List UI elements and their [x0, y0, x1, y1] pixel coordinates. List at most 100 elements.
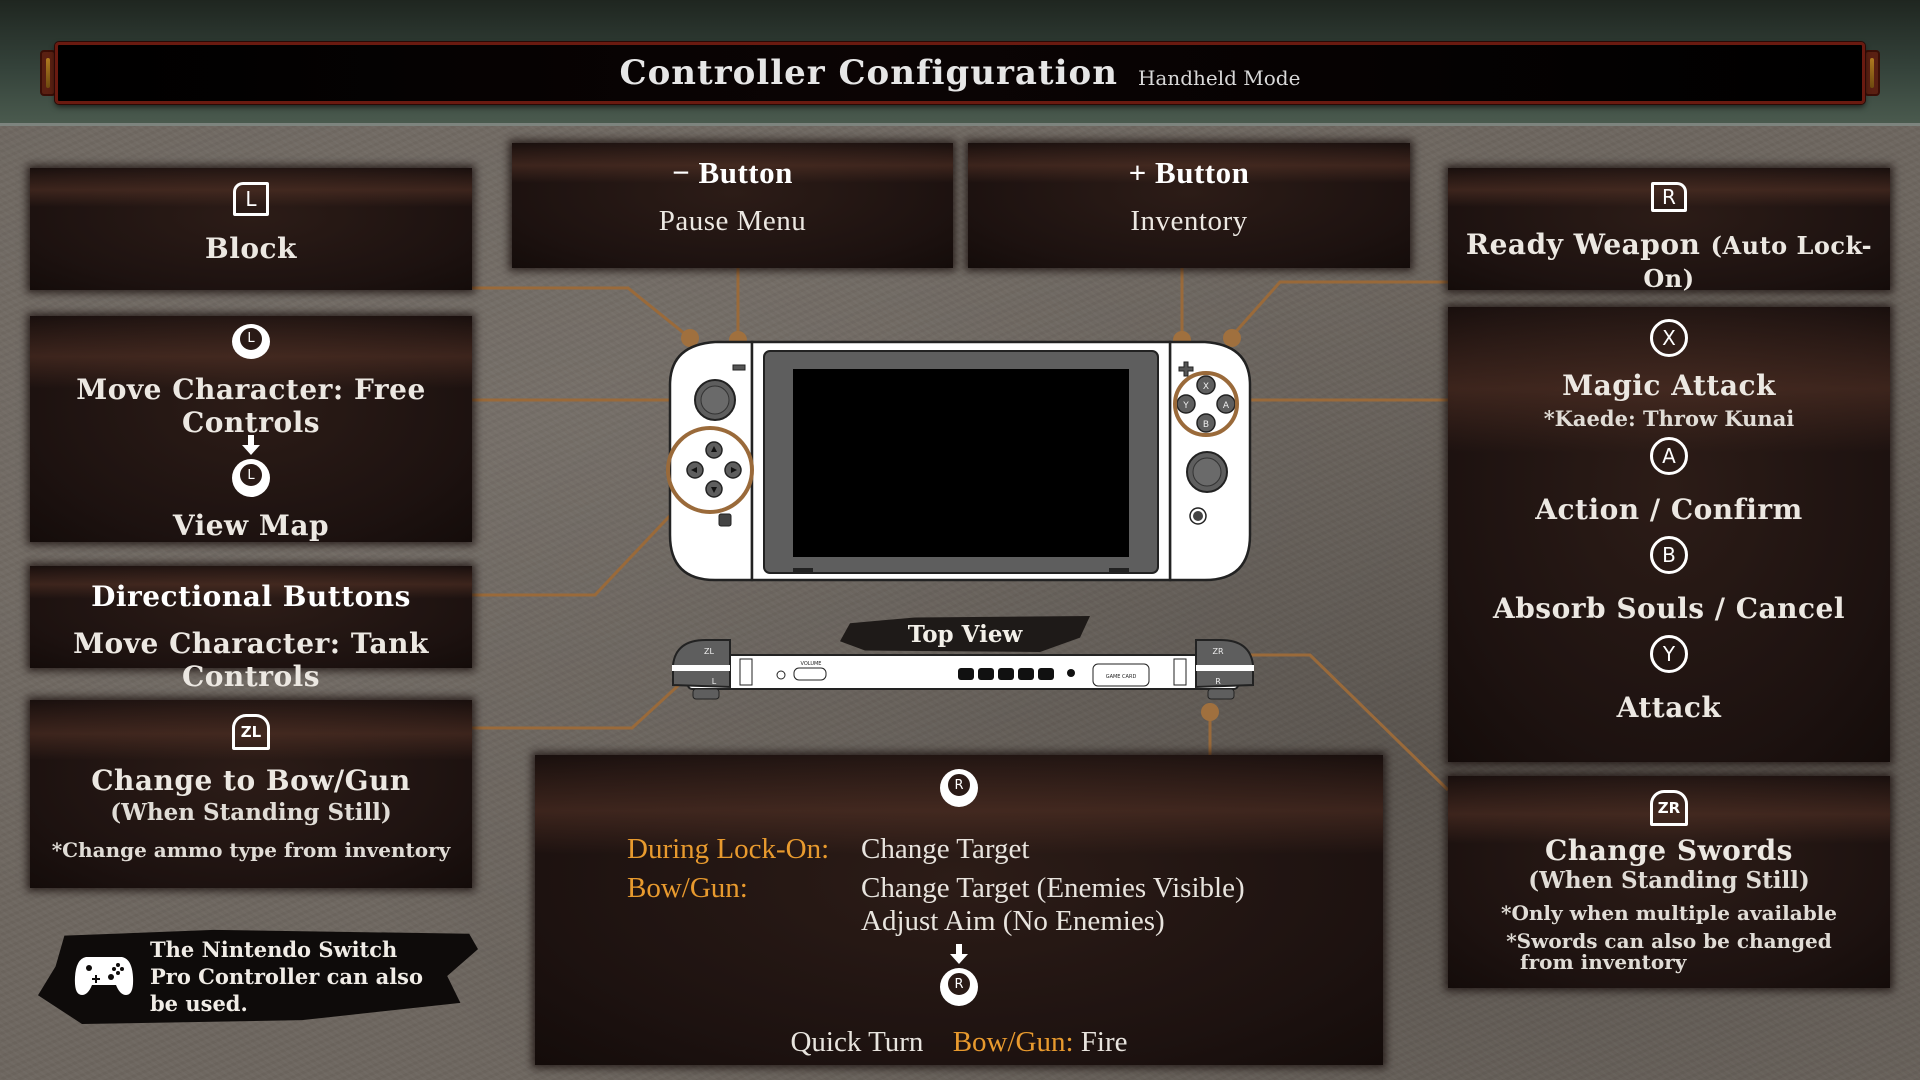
plus-button-action: Inventory [1130, 205, 1248, 237]
r-stick-row-key: During Lock-On: [627, 833, 830, 865]
r-button-icon: R [1651, 182, 1687, 212]
top-zr-label: ZR [1212, 647, 1223, 656]
panel-dpad: Directional Buttons Move Character: Tank… [30, 566, 472, 693]
top-view-zl-l [672, 638, 731, 689]
l-stick-press-action: View Map [172, 509, 330, 542]
panel-l-stick: L Move Character: Free Controls L View M… [30, 316, 472, 542]
connector-dpad [472, 503, 682, 597]
r-stick-icon-letter: R [946, 772, 972, 798]
x-button-note: *Kaede: Throw Kunai [1543, 406, 1795, 431]
volume-label: VOLUME [801, 661, 822, 667]
dpad-title: Directional Buttons [91, 580, 411, 613]
l-stick-press-letter: L [238, 462, 264, 488]
r-stick-row-value: Change Target [861, 833, 1030, 865]
r-stick-press-action: Quick Turn [790, 1026, 924, 1058]
pro-note-line-2: Pro Controller can also [150, 963, 424, 989]
r-stick-row-bowgun: Bow/Gun: Change Target (Enemies Visible)… [627, 872, 1383, 938]
b-button-icon: B [1650, 536, 1688, 574]
pro-note-line-1: The Nintendo Switch [150, 936, 398, 962]
panel-r-button: R Ready Weapon (Auto Lock-On) [1448, 168, 1890, 293]
top-zl-label: ZL [704, 647, 714, 656]
r-stick-press-icon: R [940, 944, 978, 1006]
game-card-label: GAME CARD [1106, 674, 1137, 680]
l-button-icon: L [233, 182, 269, 216]
minus-button-title: − Button [672, 155, 793, 191]
connector-r [1230, 280, 1448, 337]
pro-controller-note: The Nintendo Switch Pro Controller can a… [38, 929, 478, 1024]
title-bar-cap-right [1864, 50, 1880, 96]
zl-button-note: *Change ammo type from inventory [51, 838, 451, 862]
panel-plus-button: + Button Inventory [968, 143, 1410, 268]
zr-button-condition: (When Standing Still) [1528, 867, 1810, 894]
l-button-action: Block [205, 232, 297, 265]
switch-console-illustration: X A B Y [666, 340, 1252, 582]
panel-minus-button: − Button Pause Menu [512, 143, 953, 268]
zr-button-note-1: *Only when multiple available [1501, 901, 1837, 925]
panel-l-button: L Block [30, 168, 472, 290]
r-stick-icon: R [940, 769, 978, 807]
gamepad-icon [74, 957, 134, 995]
zl-button-icon: ZL [232, 714, 270, 750]
l-stick-icon: L [232, 324, 270, 359]
a-button-action: Action / Confirm [1535, 493, 1803, 526]
zr-button-action: Change Swords [1545, 834, 1793, 867]
minus-button-action: Pause Menu [658, 205, 807, 237]
plus-symbol-icon: + [1128, 155, 1147, 190]
console-x-label: X [1203, 382, 1209, 392]
r-button-action: Ready Weapon (Auto Lock-On) [1448, 228, 1890, 294]
left-joycon [668, 340, 754, 582]
minus-button-icon [732, 364, 746, 371]
minus-button-title-text: Button [698, 155, 793, 190]
r-stick-row-key: Bow/Gun: [627, 872, 748, 904]
page-title: Controller Configuration [619, 53, 1118, 93]
l-stick-press-icon: L [232, 435, 270, 497]
zr-button-note-2: *Swords can also be changed [1506, 929, 1832, 953]
top-l-label: L [712, 677, 717, 686]
screen [793, 369, 1129, 557]
volume-buttons-icon [793, 667, 827, 681]
r-stick-rows: During Lock-On: Change Target Bow/Gun: C… [535, 833, 1383, 938]
y-button-icon: Y [1650, 635, 1688, 673]
b-button-action: Absorb Souls / Cancel [1493, 592, 1845, 625]
minus-symbol-icon: − [672, 155, 691, 190]
connector-l [472, 286, 691, 340]
r-stick-row-value: Adjust Aim (No Enemies) [861, 905, 1165, 937]
top-r-label: R [1215, 677, 1221, 686]
a-button-icon: A [1650, 437, 1688, 475]
console-y-label: Y [1182, 401, 1189, 411]
panel-face-buttons: X Magic Attack *Kaede: Throw Kunai A Act… [1448, 307, 1890, 762]
vent-icon [958, 668, 1054, 680]
dpad-action: Move Character: Tank Controls [73, 627, 429, 693]
plus-button-title-text: Button [1155, 155, 1250, 190]
pro-note-line-3: be used. [150, 990, 248, 1016]
l-stick-icon-letter: L [238, 325, 264, 352]
zr-button-note-3: from inventory [1520, 950, 1687, 974]
panel-r-stick: R During Lock-On: Change Target Bow/Gun:… [535, 755, 1383, 1065]
r-stick-press-letter: R [946, 971, 972, 997]
press-arrow-icon [242, 435, 260, 455]
headphone-jack-icon [1067, 669, 1075, 677]
y-button-action: Attack [1616, 691, 1722, 724]
console-a-label: A [1223, 401, 1230, 411]
press-arrow-icon [950, 944, 968, 964]
zl-button-condition: (When Standing Still) [110, 799, 392, 826]
l-stick-action: Move Character: Free Controls [76, 373, 426, 439]
r-stick-row-lockon: During Lock-On: Change Target [627, 833, 1383, 866]
panel-zr-button: ZR Change Swords (When Standing Still) *… [1448, 776, 1890, 988]
zr-button-icon: ZR [1650, 790, 1688, 826]
top-view-zr-r [1195, 638, 1254, 689]
capture-button-icon [718, 513, 732, 527]
x-button-icon: X [1650, 319, 1688, 357]
title-bar: Controller Configuration Handheld Mode [55, 42, 1865, 104]
r-stick-press-line: Quick Turn Bow/Gun: Fire [535, 1026, 1383, 1059]
power-button-icon [776, 670, 786, 680]
x-button-action: Magic Attack [1562, 369, 1776, 402]
r-button-action-text: Ready Weapon [1465, 228, 1701, 261]
console-b-label: B [1203, 420, 1209, 430]
zl-button-action: Change to Bow/Gun [91, 764, 411, 797]
r-stick-press-value: Fire [1080, 1026, 1128, 1058]
r-stick-press-key: Bow/Gun: [952, 1026, 1074, 1058]
title-bar-cap-left [40, 50, 56, 96]
switch-top-view-illustration: ZL L ZR R VOLUME GAME CARD [672, 638, 1254, 700]
plus-button-title: + Button [1129, 155, 1250, 191]
